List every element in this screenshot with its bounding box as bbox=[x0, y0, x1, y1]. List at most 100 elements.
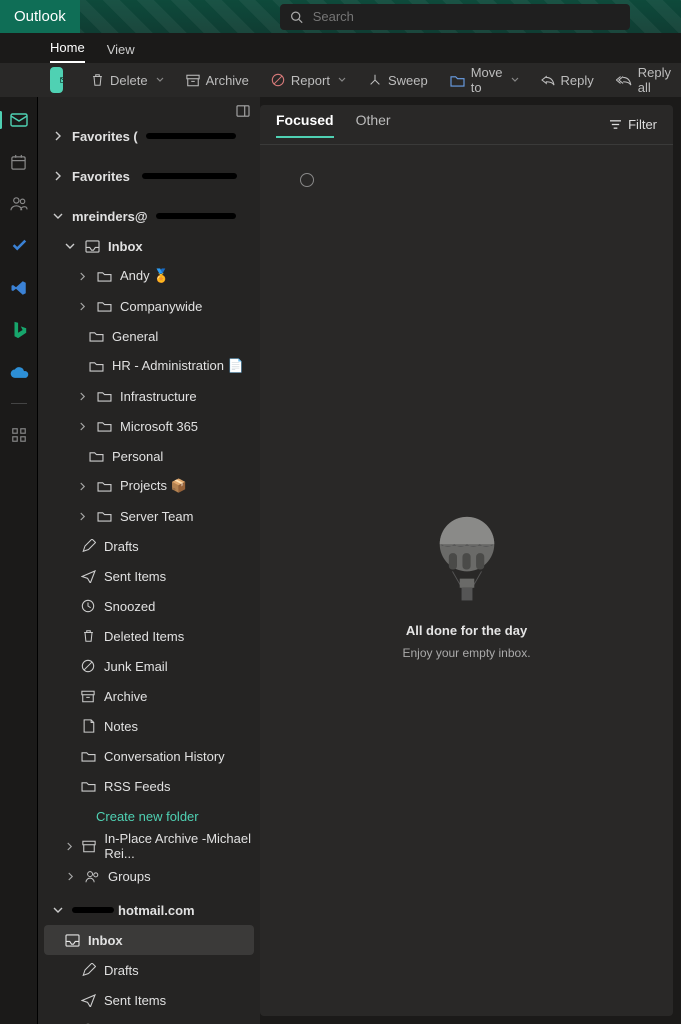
folder-icon bbox=[89, 360, 104, 372]
account-1[interactable]: mreinders@ bbox=[38, 201, 260, 231]
folder-groups[interactable]: Groups bbox=[38, 861, 260, 891]
folder-companywide[interactable]: Companywide bbox=[38, 291, 260, 321]
account-2[interactable]: hotmail.com bbox=[38, 895, 260, 925]
chevron-right-icon bbox=[79, 422, 86, 431]
folder-junk[interactable]: Junk Email bbox=[38, 651, 260, 681]
archive-icon bbox=[82, 840, 96, 853]
draft-icon bbox=[81, 963, 96, 977]
folder-icon bbox=[97, 420, 112, 432]
rail-more-apps[interactable] bbox=[8, 424, 30, 446]
report-button[interactable]: Report bbox=[261, 73, 356, 88]
chevron-right-icon bbox=[79, 482, 86, 491]
archive-icon bbox=[186, 74, 200, 87]
rail-todo[interactable] bbox=[8, 235, 30, 257]
folder-m365[interactable]: Microsoft 365 bbox=[38, 411, 260, 441]
redacted bbox=[146, 133, 236, 139]
people-icon bbox=[85, 870, 100, 883]
folder-drafts-2[interactable]: Drafts bbox=[38, 955, 260, 985]
rail-bing[interactable] bbox=[8, 319, 30, 341]
mail-icon bbox=[10, 113, 28, 127]
chevron-down-icon bbox=[53, 212, 63, 220]
vscode-icon bbox=[10, 279, 28, 297]
rail-onedrive[interactable] bbox=[8, 361, 30, 383]
folder-icon bbox=[81, 750, 96, 762]
titlebar: Outlook bbox=[0, 0, 681, 33]
folder-archive[interactable]: Archive bbox=[38, 681, 260, 711]
rail-divider bbox=[11, 403, 27, 404]
folder-inbox-2[interactable]: Inbox bbox=[44, 925, 254, 955]
trash-icon bbox=[91, 73, 104, 87]
delete-button[interactable]: Delete bbox=[81, 73, 174, 88]
draft-icon bbox=[81, 539, 96, 553]
inbox-icon bbox=[65, 934, 80, 947]
report-icon bbox=[271, 73, 285, 87]
tab-home[interactable]: Home bbox=[50, 40, 85, 63]
folder-icon bbox=[97, 300, 112, 312]
chevron-down-icon bbox=[511, 77, 519, 83]
empty-state: All done for the day Enjoy your empty in… bbox=[402, 515, 530, 660]
sweep-icon bbox=[368, 73, 382, 87]
folder-hr[interactable]: HR - Administration 📄 bbox=[38, 351, 260, 381]
sweep-button[interactable]: Sweep bbox=[358, 73, 438, 88]
folder-inbox[interactable]: Inbox bbox=[38, 231, 260, 261]
empty-illustration bbox=[429, 515, 505, 615]
tab-other[interactable]: Other bbox=[356, 112, 391, 138]
filter-icon bbox=[609, 119, 622, 130]
rail-people[interactable] bbox=[8, 193, 30, 215]
search-input[interactable] bbox=[313, 9, 620, 24]
loading-spinner bbox=[300, 173, 314, 187]
folder-personal[interactable]: Personal bbox=[38, 441, 260, 471]
folder-deleted[interactable]: Deleted Items bbox=[38, 621, 260, 651]
tab-focused[interactable]: Focused bbox=[276, 112, 334, 138]
chevron-right-icon bbox=[79, 272, 86, 281]
folder-rss[interactable]: RSS Feeds bbox=[38, 771, 260, 801]
folder-icon bbox=[89, 330, 104, 342]
folder-sent-2[interactable]: Sent Items bbox=[38, 985, 260, 1015]
folder-projects[interactable]: Projects 📦 bbox=[38, 471, 260, 501]
folder-icon bbox=[97, 270, 112, 282]
chevron-down-icon bbox=[338, 77, 346, 83]
toolbar: New mail Delete Archive Report Sweep Mov… bbox=[0, 63, 681, 97]
chevron-right-icon bbox=[54, 171, 62, 181]
folder-andy[interactable]: Andy 🏅 bbox=[38, 261, 260, 291]
collapse-pane-icon[interactable] bbox=[236, 105, 250, 117]
chevron-right-icon bbox=[66, 842, 73, 851]
folder-serverteam[interactable]: Server Team bbox=[38, 501, 260, 531]
reply-button[interactable]: Reply bbox=[531, 73, 604, 88]
rail-mail[interactable] bbox=[8, 109, 30, 131]
app-brand: Outlook bbox=[0, 0, 80, 33]
folder-sent[interactable]: Sent Items bbox=[38, 561, 260, 591]
new-mail-button[interactable]: New mail bbox=[50, 67, 63, 93]
search-box[interactable] bbox=[280, 4, 630, 30]
tab-view[interactable]: View bbox=[107, 42, 135, 63]
rail-vscode[interactable] bbox=[8, 277, 30, 299]
folder-inplace-archive[interactable]: In-Place Archive -Michael Rei... bbox=[38, 831, 260, 861]
folder-scheduled[interactable]: Scheduled bbox=[38, 1015, 260, 1024]
folder-drafts[interactable]: Drafts bbox=[38, 531, 260, 561]
folder-icon bbox=[97, 390, 112, 402]
folder-general[interactable]: General bbox=[38, 321, 260, 351]
chevron-right-icon bbox=[54, 131, 62, 141]
create-folder-link[interactable]: Create new folder bbox=[38, 801, 260, 831]
rail-calendar[interactable] bbox=[8, 151, 30, 173]
favorites-section-1[interactable]: Favorites ( bbox=[38, 121, 260, 151]
archive-button[interactable]: Archive bbox=[176, 73, 259, 88]
folder-infrastructure[interactable]: Infrastructure bbox=[38, 381, 260, 411]
ribbon-tabs: Home View bbox=[0, 33, 681, 63]
chevron-down-icon bbox=[53, 906, 63, 914]
trash-icon bbox=[82, 629, 95, 643]
inbox-icon bbox=[85, 240, 100, 253]
folder-snoozed[interactable]: Snoozed bbox=[38, 591, 260, 621]
folder-notes[interactable]: Notes bbox=[38, 711, 260, 741]
redacted bbox=[142, 173, 237, 179]
junk-icon bbox=[81, 659, 95, 673]
filter-button[interactable]: Filter bbox=[609, 117, 657, 132]
chevron-right-icon bbox=[67, 872, 74, 881]
favorites-section-2[interactable]: Favorites bbox=[38, 161, 260, 191]
move-to-button[interactable]: Move to bbox=[440, 65, 529, 95]
folder-conv-history[interactable]: Conversation History bbox=[38, 741, 260, 771]
reply-all-button[interactable]: Reply all bbox=[606, 65, 681, 95]
note-icon bbox=[82, 719, 95, 733]
reply-icon bbox=[541, 74, 555, 86]
chevron-right-icon bbox=[79, 302, 86, 311]
